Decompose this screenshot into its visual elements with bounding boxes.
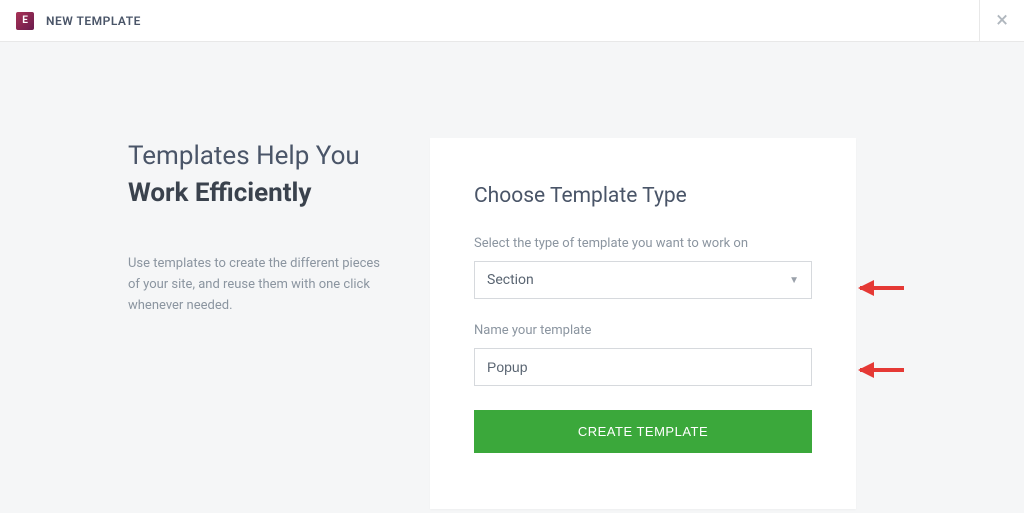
template-name-label: Name your template — [474, 323, 812, 338]
card-title: Choose Template Type — [474, 184, 812, 208]
intro-heading-line1: Templates Help You — [128, 138, 390, 174]
intro-pane: Templates Help You Work Efficiently Use … — [60, 138, 390, 317]
annotation-arrow-select — [860, 281, 918, 295]
template-type-value: Section — [487, 272, 534, 288]
close-icon: × — [996, 8, 1008, 33]
intro-heading-line2: Work Efficiently — [128, 178, 390, 208]
header-title: NEW TEMPLATE — [46, 14, 141, 28]
close-button[interactable]: × — [979, 0, 1008, 41]
header-left: E NEW TEMPLATE — [16, 12, 141, 30]
template-type-label: Select the type of template you want to … — [474, 236, 812, 251]
intro-description: Use templates to create the different pi… — [128, 254, 390, 316]
logo-glyph: E — [22, 15, 28, 26]
arrow-head-icon — [858, 280, 874, 296]
create-template-button[interactable]: CREATE TEMPLATE — [474, 410, 812, 453]
template-form-card: Choose Template Type Select the type of … — [430, 138, 856, 509]
modal-header: E NEW TEMPLATE × — [0, 0, 1024, 42]
template-type-select[interactable]: Section ▼ — [474, 261, 812, 299]
elementor-logo: E — [16, 12, 34, 30]
arrow-head-icon — [858, 362, 874, 378]
create-button-label: CREATE TEMPLATE — [578, 424, 708, 439]
annotation-arrow-input — [860, 363, 918, 377]
template-name-input[interactable] — [474, 348, 812, 386]
chevron-down-icon: ▼ — [789, 275, 799, 286]
main-content: Templates Help You Work Efficiently Use … — [0, 42, 1024, 509]
